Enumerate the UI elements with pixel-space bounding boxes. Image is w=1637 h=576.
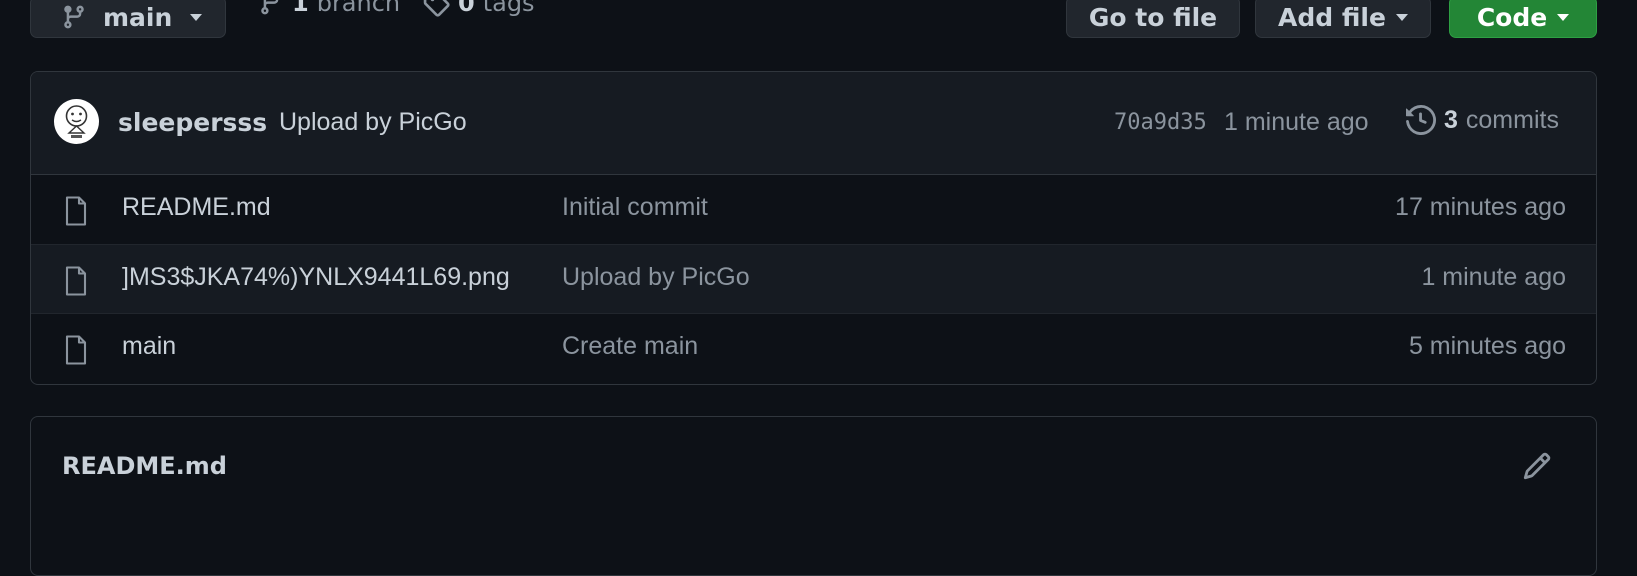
add-file-button[interactable]: Add file xyxy=(1255,0,1431,38)
branch-select-label: main xyxy=(103,2,173,32)
file-commit-message[interactable]: Create main xyxy=(562,332,698,361)
git-branch-icon xyxy=(61,3,87,31)
file-row[interactable]: main Create main 5 minutes ago xyxy=(31,313,1596,382)
tag-count: 0 xyxy=(458,0,475,17)
file-name[interactable]: main xyxy=(122,332,176,361)
branch-select-button[interactable]: main xyxy=(30,0,226,38)
latest-commit-bar: sleepersss Upload by PicGo 70a9d35 1 min… xyxy=(31,72,1596,175)
file-commit-message[interactable]: Upload by PicGo xyxy=(562,263,750,292)
commit-sha[interactable]: 70a9d35 xyxy=(1114,110,1207,135)
git-branch-icon xyxy=(258,0,284,17)
history-icon xyxy=(1406,105,1436,135)
file-icon xyxy=(64,196,88,226)
tags-link[interactable]: 0 tags xyxy=(422,0,535,18)
file-age: 1 minute ago xyxy=(1421,263,1566,291)
file-row[interactable]: ]MS3$JKA74%)YNLX9441L69.png Upload by Pi… xyxy=(31,244,1596,313)
file-commit-message[interactable]: Initial commit xyxy=(562,193,708,222)
chevron-down-icon xyxy=(1557,13,1570,21)
file-age: 17 minutes ago xyxy=(1395,193,1566,221)
commit-time: 1 minute ago xyxy=(1224,108,1369,136)
code-label: Code xyxy=(1476,2,1548,32)
file-row[interactable]: README.md Initial commit 17 minutes ago xyxy=(31,175,1596,244)
readme-title[interactable]: README.md xyxy=(62,452,227,480)
pencil-icon[interactable] xyxy=(1522,451,1552,481)
commit-message[interactable]: Upload by PicGo xyxy=(279,108,467,137)
branch-label: branch xyxy=(316,0,401,17)
file-icon xyxy=(64,266,88,296)
branches-link[interactable]: 1 branch xyxy=(258,0,400,18)
branch-count: 1 xyxy=(292,0,309,17)
file-listing: sleepersss Upload by PicGo 70a9d35 1 min… xyxy=(30,71,1597,385)
go-to-file-button[interactable]: Go to file xyxy=(1066,0,1240,38)
commits-link[interactable]: 3 commits xyxy=(1406,105,1559,135)
commit-count: 3 xyxy=(1444,105,1458,134)
go-to-file-label: Go to file xyxy=(1088,2,1218,32)
file-age: 5 minutes ago xyxy=(1408,332,1566,360)
chevron-down-icon xyxy=(190,13,203,21)
commits-label: commits xyxy=(1465,105,1559,134)
readme-panel: README.md xyxy=(30,416,1597,576)
file-icon xyxy=(64,335,88,365)
file-name[interactable]: README.md xyxy=(122,193,271,222)
code-button[interactable]: Code xyxy=(1449,0,1597,38)
add-file-label: Add file xyxy=(1278,2,1386,32)
chevron-down-icon xyxy=(1395,13,1408,21)
file-name[interactable]: ]MS3$JKA74%)YNLX9441L69.png xyxy=(122,263,510,292)
tag-icon xyxy=(422,0,450,17)
tag-label: tags xyxy=(482,0,535,17)
avatar[interactable] xyxy=(54,99,99,144)
commit-author[interactable]: sleepersss xyxy=(118,108,267,137)
